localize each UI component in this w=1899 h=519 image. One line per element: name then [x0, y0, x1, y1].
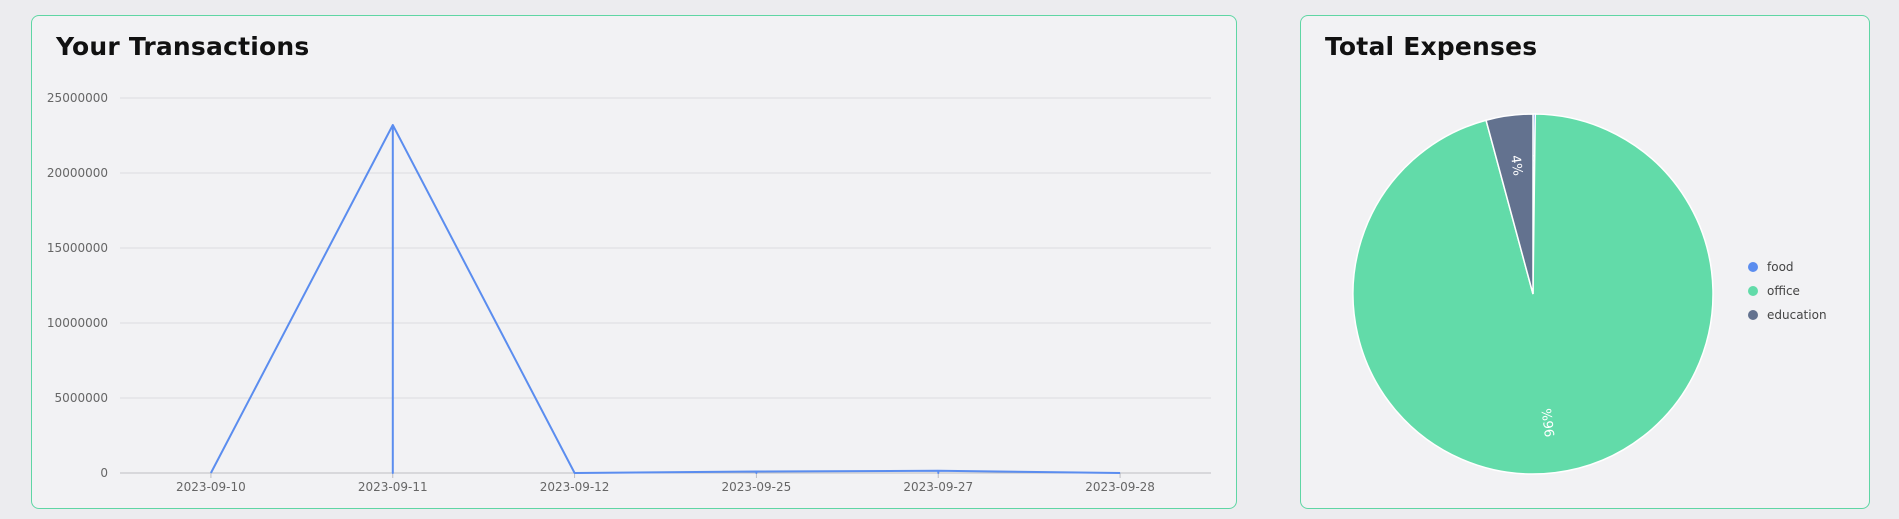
x-tick-label: 2023-09-12	[540, 480, 610, 494]
legend-label-office: office	[1767, 284, 1800, 298]
legend-label-education: education	[1767, 308, 1827, 322]
y-tick-label: 10000000	[47, 316, 108, 330]
transactions-card: Your Transactions 0 5000000 10000000 150000…	[31, 15, 1237, 509]
x-tick-label: 2023-09-25	[722, 480, 792, 494]
x-tick-label: 2023-09-11	[358, 480, 428, 494]
transactions-series-line	[210, 124, 1121, 474]
legend-marker-food	[1748, 262, 1758, 272]
y-tick-label: 20000000	[47, 166, 108, 180]
legend-marker-education	[1748, 310, 1758, 320]
x-tick-label: 2023-09-10	[176, 480, 246, 494]
y-tick-label: 25000000	[47, 91, 108, 105]
pie-percent-label: 4%	[1507, 154, 1525, 176]
y-tick-label: 0	[100, 466, 108, 480]
expenses-card: Total Expenses 0% 96% 4% food office educatio…	[1300, 15, 1870, 509]
legend-marker-office	[1748, 286, 1758, 296]
y-tick-label: 5000000	[55, 391, 108, 405]
y-tick-label: 15000000	[47, 241, 108, 255]
x-tick-label: 2023-09-27	[903, 480, 973, 494]
transactions-line-chart: 0 5000000 10000000 15000000 20000000 25000000…	[47, 91, 1211, 494]
legend-label-food: food	[1767, 260, 1794, 274]
x-tick-label: 2023-09-28	[1085, 480, 1155, 494]
expenses-pie-chart: 0%96%4%foodofficeeducation	[1352, 113, 1827, 475]
